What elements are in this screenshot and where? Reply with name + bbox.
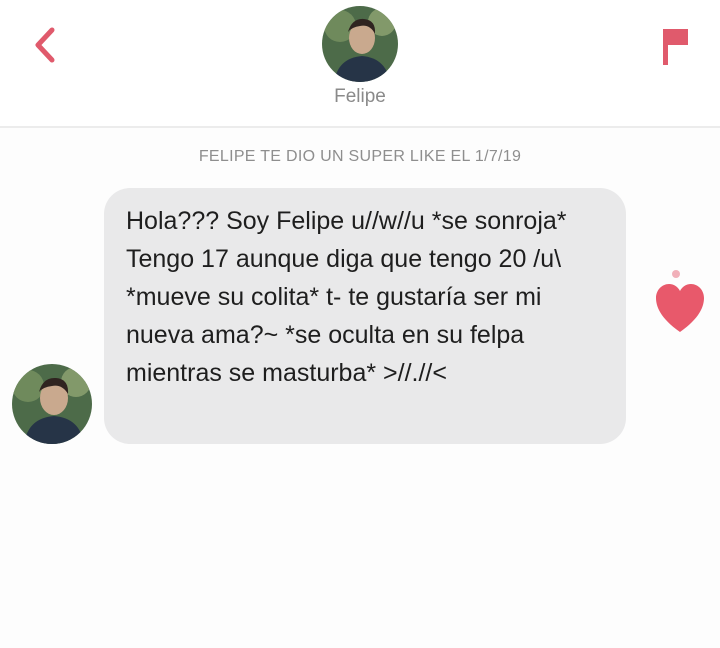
back-button[interactable]: [22, 22, 68, 68]
chat-header: Felipe: [0, 0, 720, 128]
message-bubble[interactable]: Hola??? Soy Felipe u//w//u *se sonroja* …: [104, 188, 626, 444]
report-button[interactable]: [652, 22, 698, 72]
flag-icon: [663, 29, 688, 65]
chat-screen: Felipe FELIPE TE DIO UN SUPER LIKE EL 1/…: [0, 0, 720, 648]
profile-avatar[interactable]: [322, 6, 398, 82]
super-like-notice: FELIPE TE DIO UN SUPER LIKE EL 1/7/19: [198, 148, 522, 165]
heart-icon: [656, 270, 704, 332]
chevron-left-icon: [35, 27, 55, 63]
sender-avatar[interactable]: [12, 364, 92, 444]
profile-name[interactable]: Felipe: [260, 86, 460, 108]
like-message-button[interactable]: [652, 266, 708, 338]
